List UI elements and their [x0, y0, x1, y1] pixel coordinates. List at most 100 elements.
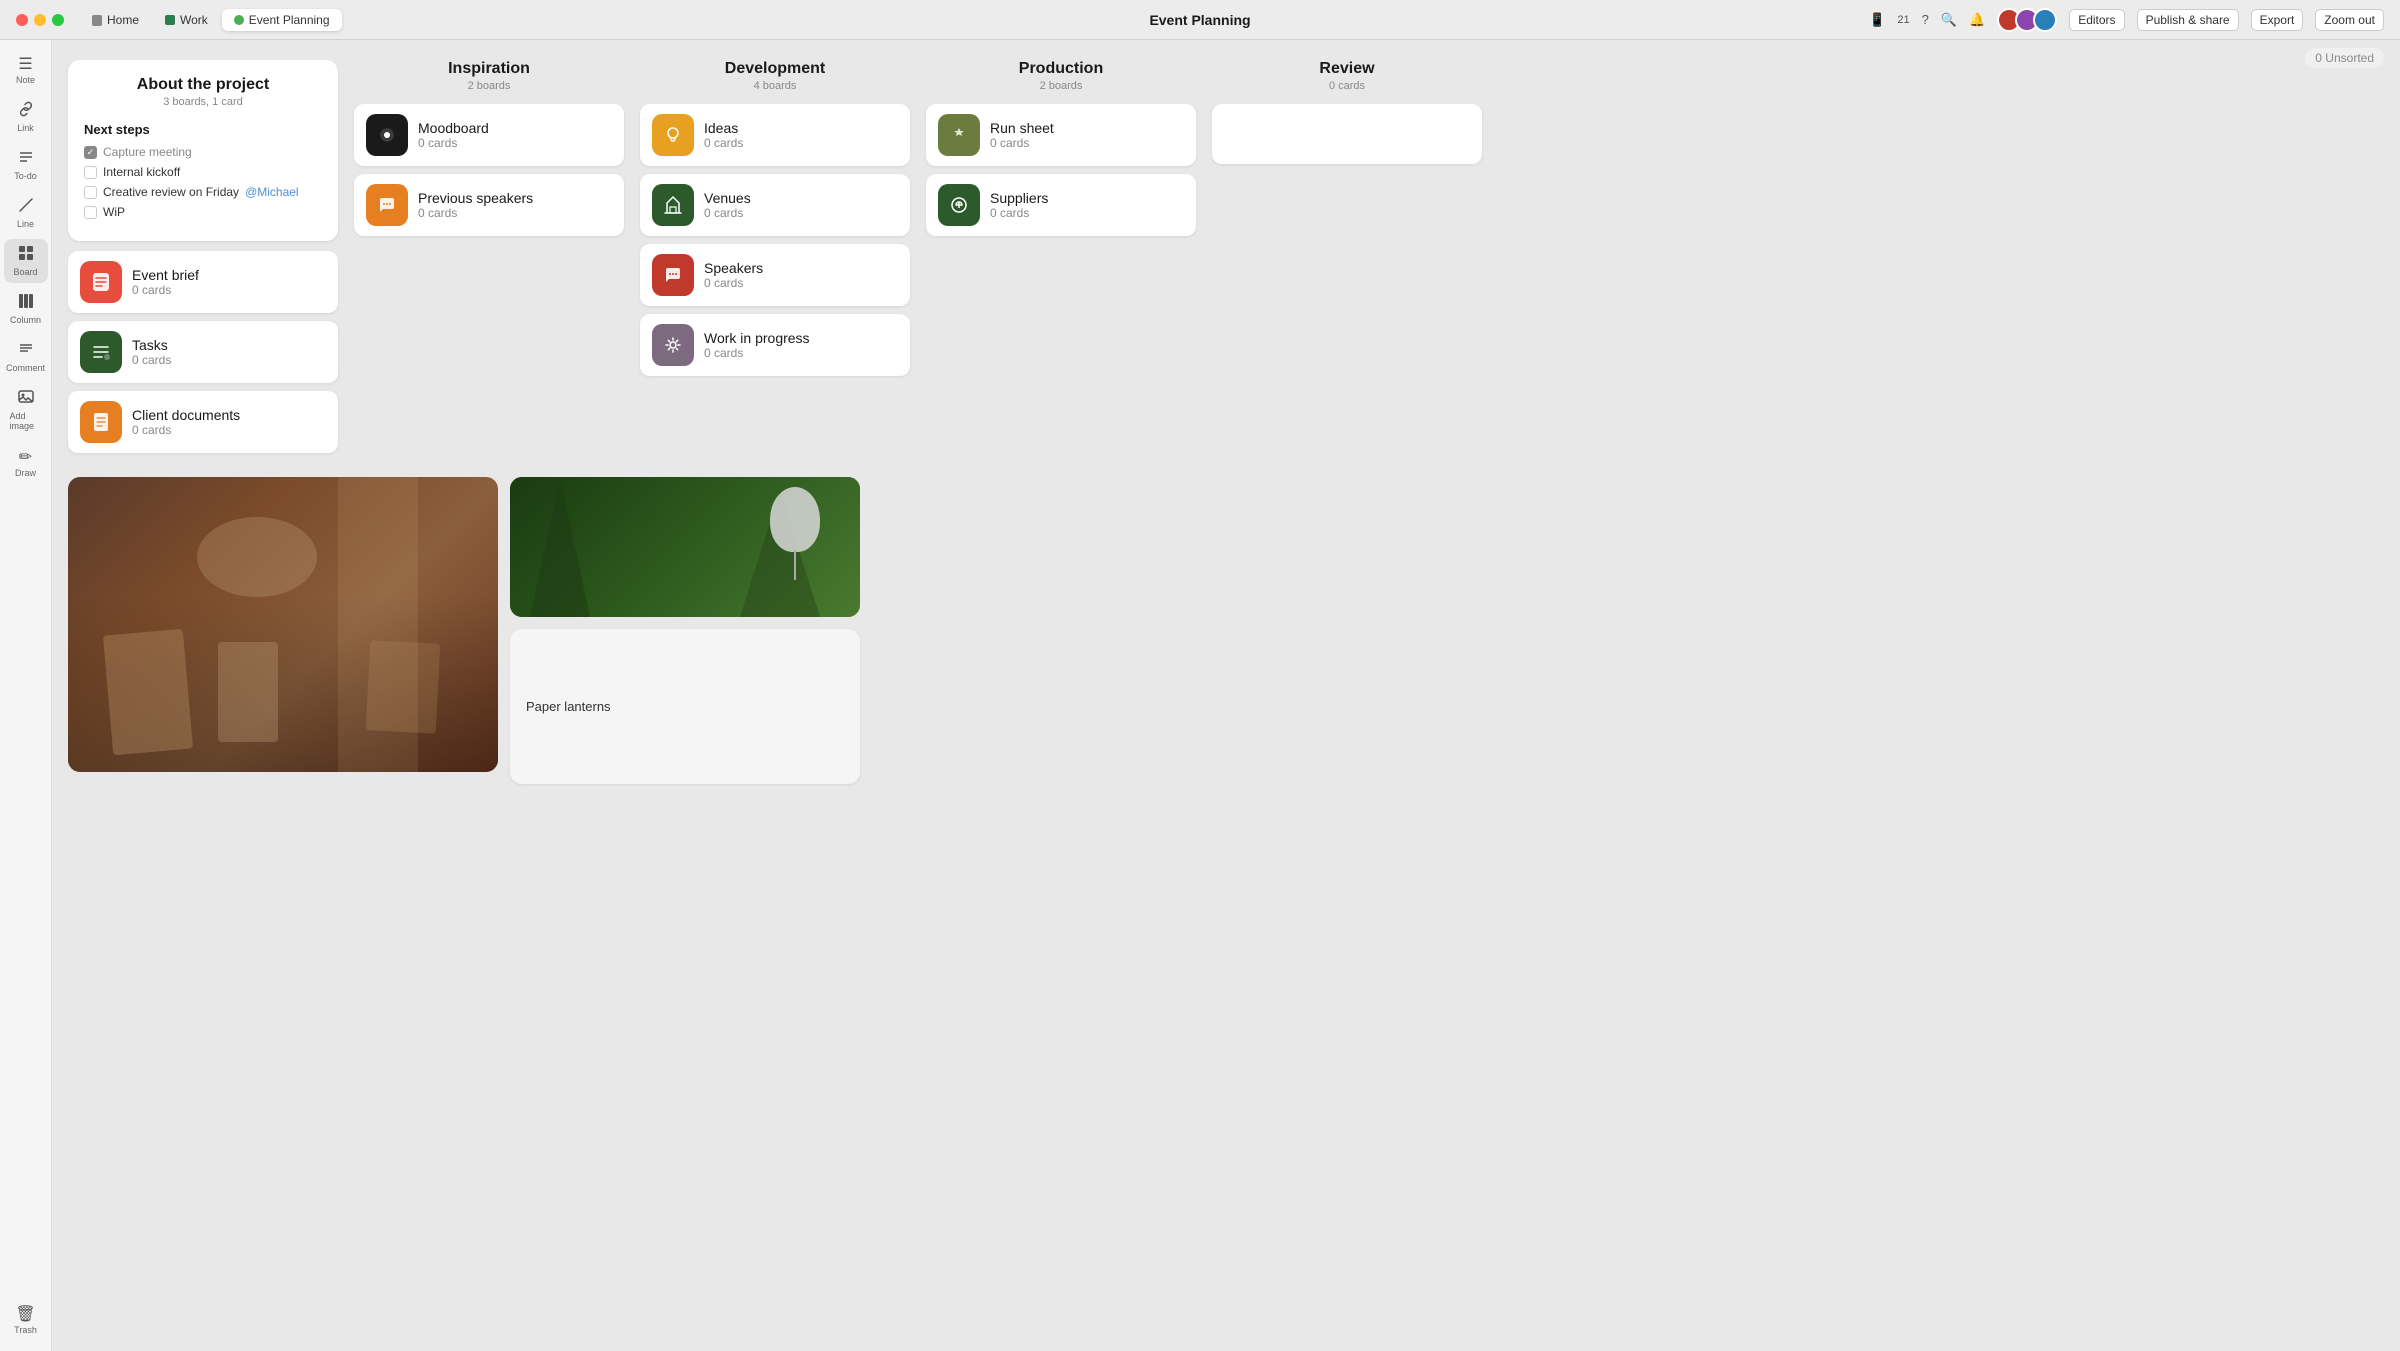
col-development-header: Development 4 boards [640, 60, 910, 92]
ideas-name: Ideas [704, 120, 898, 136]
sidebar-item-line[interactable]: Line [4, 191, 48, 235]
col-inspiration-header: Inspiration 2 boards [354, 60, 624, 92]
next-steps-title: Next steps [84, 122, 322, 137]
checkbox-2[interactable] [84, 186, 97, 199]
suppliers-icon [938, 184, 980, 226]
checkbox-1[interactable] [84, 166, 97, 179]
board-client-docs[interactable]: Client documents 0 cards [68, 391, 338, 453]
col-production-title: Production [926, 60, 1196, 78]
sidebar-item-column[interactable]: Column [4, 287, 48, 331]
balloon [770, 487, 820, 552]
paper-lantern-label: Paper lanterns [526, 699, 611, 714]
runsheet-name: Run sheet [990, 120, 1184, 136]
speakers-name: Speakers [704, 260, 898, 276]
tab-event-label: Event Planning [249, 13, 330, 27]
board-area: About the project 3 boards, 1 card Next … [52, 40, 2400, 477]
speakers-info: Speakers 0 cards [704, 260, 898, 290]
col-development: Development 4 boards Ideas 0 cards [640, 60, 910, 461]
line-icon [18, 197, 34, 218]
wip-name: Work in progress [704, 330, 898, 346]
editors-button[interactable]: Editors [2069, 9, 2124, 31]
card-suppliers[interactable]: Suppliers 0 cards [926, 174, 1196, 236]
runsheet-icon [938, 114, 980, 156]
card-speakers[interactable]: Speakers 0 cards [640, 244, 910, 306]
sidebar-item-link[interactable]: Link [4, 95, 48, 139]
draw-icon: ✏ [19, 447, 32, 467]
col-review-header: Review 0 cards [1212, 60, 1482, 92]
tasks-name: Tasks [132, 337, 326, 353]
content-area: 0 Unsorted About the project 3 boards, 1… [52, 40, 2400, 1351]
export-button[interactable]: Export [2251, 9, 2304, 31]
sidebar-item-draw[interactable]: ✏ Draw [4, 441, 48, 484]
column-icon [18, 293, 34, 314]
event-table-image [68, 477, 498, 772]
runsheet-info: Run sheet 0 cards [990, 120, 1184, 150]
help-icon[interactable]: ? [1922, 12, 1929, 27]
titlebar-right: 📱 21 ? 🔍 🔔 Editors Publish & share Expor… [1869, 8, 2384, 32]
search-icon[interactable]: 🔍 [1941, 12, 1957, 28]
col-review-title: Review [1212, 60, 1482, 78]
tab-event-planning[interactable]: Event Planning [222, 9, 342, 31]
moodboard-info: Moodboard 0 cards [418, 120, 612, 150]
card-venues[interactable]: Venues 0 cards [640, 174, 910, 236]
about-card: About the project 3 boards, 1 card Next … [68, 60, 338, 241]
prev-speakers-name: Previous speakers [418, 190, 612, 206]
checklist-item-3: WiP [84, 205, 322, 219]
checkbox-3[interactable] [84, 206, 97, 219]
card-wip[interactable]: Work in progress 0 cards [640, 314, 910, 376]
card-ideas[interactable]: Ideas 0 cards [640, 104, 910, 166]
tasks-icon [80, 331, 122, 373]
tab-work-icon [165, 15, 175, 25]
sidebar-item-note[interactable]: ☰ Note [4, 48, 48, 91]
card-prev-speakers[interactable]: Previous speakers 0 cards [354, 174, 624, 236]
moodboard-name: Moodboard [418, 120, 612, 136]
checklist-item-2: Creative review on Friday @Michael [84, 185, 322, 199]
client-docs-cards: 0 cards [132, 423, 326, 437]
suppliers-name: Suppliers [990, 190, 1184, 206]
col-production-header: Production 2 boards [926, 60, 1196, 92]
checklist-label-3: WiP [103, 205, 125, 219]
checkbox-0[interactable]: ✓ [84, 146, 97, 159]
runsheet-cards: 0 cards [990, 136, 1184, 150]
speakers-icon [652, 254, 694, 296]
close-button[interactable] [16, 14, 28, 26]
review-empty-card [1212, 104, 1482, 164]
fullscreen-button[interactable] [52, 14, 64, 26]
sidebar-item-board[interactable]: Board [4, 239, 48, 283]
sidebar-item-trash[interactable]: 🗑 Trash [4, 1298, 48, 1343]
sidebar-item-comment[interactable]: ... Comment [4, 335, 48, 379]
speakers-cards: 0 cards [704, 276, 898, 290]
device-icon: 📱 [1869, 12, 1885, 28]
col-inspiration-subtitle: 2 boards [354, 80, 624, 92]
minimize-button[interactable] [34, 14, 46, 26]
event-brief-name: Event brief [132, 267, 326, 283]
page-title: Event Planning [1149, 12, 1250, 28]
sidebar-item-add-image[interactable]: Add image [4, 383, 48, 437]
mention-michael[interactable]: @Michael [245, 185, 299, 199]
tab-home[interactable]: Home [80, 9, 151, 31]
card-moodboard[interactable]: Moodboard 0 cards [354, 104, 624, 166]
wip-icon [652, 324, 694, 366]
col-inspiration-title: Inspiration [354, 60, 624, 78]
unsorted-badge[interactable]: 0 Unsorted [2305, 48, 2384, 68]
sidebar-item-todo[interactable]: To-do [4, 143, 48, 187]
bell-icon[interactable]: 🔔 [1969, 12, 1985, 28]
note-icon: ☰ [18, 54, 32, 74]
suppliers-info: Suppliers 0 cards [990, 190, 1184, 220]
col-inspiration: Inspiration 2 boards Moodboard 0 cards [354, 60, 624, 461]
publish-share-button[interactable]: Publish & share [2137, 9, 2239, 31]
todo-icon [18, 149, 34, 170]
zoom-out-button[interactable]: Zoom out [2315, 9, 2384, 31]
client-docs-info: Client documents 0 cards [132, 407, 326, 437]
card-runsheet[interactable]: Run sheet 0 cards [926, 104, 1196, 166]
col-review-subtitle: 0 cards [1212, 80, 1482, 92]
board-tasks[interactable]: Tasks 0 cards [68, 321, 338, 383]
venues-name: Venues [704, 190, 898, 206]
notification-count[interactable]: 21 [1897, 14, 1909, 26]
suppliers-cards: 0 cards [990, 206, 1184, 220]
sidebar: ☰ Note Link To-do Line Board [0, 40, 52, 1351]
tab-work[interactable]: Work [153, 9, 220, 31]
tab-event-icon [234, 15, 244, 25]
col-production-subtitle: 2 boards [926, 80, 1196, 92]
board-event-brief[interactable]: Event brief 0 cards [68, 251, 338, 313]
